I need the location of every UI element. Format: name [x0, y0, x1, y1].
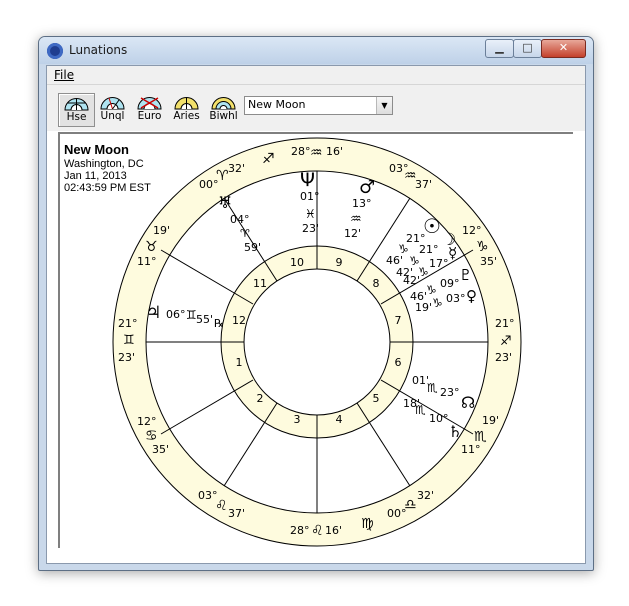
mercury-deg: 17°: [429, 257, 449, 270]
cusp-8-min: 35': [480, 255, 497, 268]
house-num-5: 5: [373, 392, 380, 405]
cusp-3-sign: ♌: [215, 498, 228, 514]
jupiter-retrograde: ℞: [214, 317, 224, 330]
venus-sign: ♑: [432, 296, 443, 310]
cusp-10-min: 16': [326, 145, 343, 158]
cusp-12-min: 11°: [137, 255, 157, 268]
cusp-6-deg: 19': [482, 414, 499, 427]
house-num-2: 2: [257, 392, 264, 405]
house-num-6: 6: [395, 356, 402, 369]
cusp-8-deg: 12°: [462, 224, 482, 237]
house-num-10: 10: [290, 256, 304, 269]
cusp-1-sign: ♊: [123, 333, 135, 348]
jupiter-deg: 06°: [166, 308, 186, 321]
pluto-deg: 09°: [440, 277, 460, 290]
cusp-2-sign: ♋: [145, 428, 158, 444]
neptune-deg: 01°: [300, 190, 320, 203]
node-sign: ♏: [427, 381, 438, 395]
cusp-2-min: 35': [152, 443, 169, 456]
cusp-12-deg: 19': [153, 224, 170, 237]
house-num-12: 12: [232, 314, 246, 327]
mercury-min: 42': [403, 274, 420, 287]
uranus-glyph: ♅: [218, 193, 232, 212]
pluto-glyph: ♇: [459, 266, 472, 284]
house-num-8: 8: [373, 277, 380, 290]
cusp-1-deg: 21°: [118, 317, 138, 330]
cusp-5-deg: 32': [417, 489, 434, 502]
neptune-glyph: Ψ: [300, 169, 315, 191]
cusp-10-deg: 28°: [291, 145, 311, 158]
cusp-12-sign: ♉: [145, 239, 158, 255]
cusp-1-min: 23': [118, 351, 135, 364]
cusp-6-min: 11°: [461, 443, 481, 456]
sun-glyph: ☉: [423, 214, 441, 238]
uranus-min: 59': [244, 241, 261, 254]
cusp-4-min: 16': [325, 524, 342, 537]
cusp-11-min: 32': [228, 162, 245, 175]
house-num-9: 9: [336, 256, 343, 269]
cusp-2-deg: 12°: [137, 415, 157, 428]
venus-min: 19': [415, 301, 432, 314]
cusp-7-deg: 21°: [495, 317, 515, 330]
neptune-min: 23': [302, 222, 319, 235]
cusp-9-min: 37': [415, 178, 432, 191]
cusp-10-sign: ♒: [310, 145, 323, 161]
uranus-deg: 04°: [230, 213, 250, 226]
cusp-4-deg: 28°: [290, 524, 310, 537]
cusp-4-sign: ♌: [311, 523, 324, 539]
cusp-7-sign: ♐: [500, 334, 512, 349]
pluto-sign: ♑: [426, 283, 437, 297]
moon-deg: 21°: [419, 243, 439, 256]
uranus-sign: ♈: [240, 227, 250, 240]
mars-min: 12': [344, 227, 361, 240]
mercury-glyph: ☿: [448, 244, 457, 262]
cusp-3-min: 37': [228, 507, 245, 520]
jupiter-min: 55': [196, 313, 213, 326]
house-num-4: 4: [336, 413, 343, 426]
house-num-1: 1: [236, 356, 243, 369]
cusp-5-min: 00°: [387, 507, 407, 520]
venus-glyph: ♀: [466, 287, 477, 305]
chart-wheel: 1 2 3 4 5 6 7 8 9 10 11 12 28° ♒ 16' 03°…: [112, 137, 522, 547]
node-glyph: ☊: [461, 393, 475, 412]
venus-deg: 03°: [446, 292, 466, 305]
node-deg: 23°: [440, 386, 460, 399]
mars-sign: ♒: [350, 212, 362, 227]
saturn-sign: ♏: [415, 403, 426, 417]
sagittarius-glyph-top: ♐: [262, 151, 275, 167]
mars-deg: 13°: [352, 197, 372, 210]
saturn-deg: 10°: [429, 412, 449, 425]
saturn-glyph: ♄: [448, 422, 462, 441]
inner-circle: [243, 268, 391, 416]
house-num-3: 3: [294, 413, 301, 426]
house-num-11: 11: [253, 277, 267, 290]
virgo-glyph-bottom: ♍: [361, 516, 374, 532]
jupiter-glyph: ♃: [146, 303, 161, 323]
cusp-7-min: 23': [495, 351, 512, 364]
house-num-7: 7: [395, 314, 402, 327]
cusp-8-sign: ♑: [476, 239, 489, 255]
mars-glyph: ♂: [359, 177, 375, 198]
neptune-sign: ♓: [305, 207, 316, 221]
